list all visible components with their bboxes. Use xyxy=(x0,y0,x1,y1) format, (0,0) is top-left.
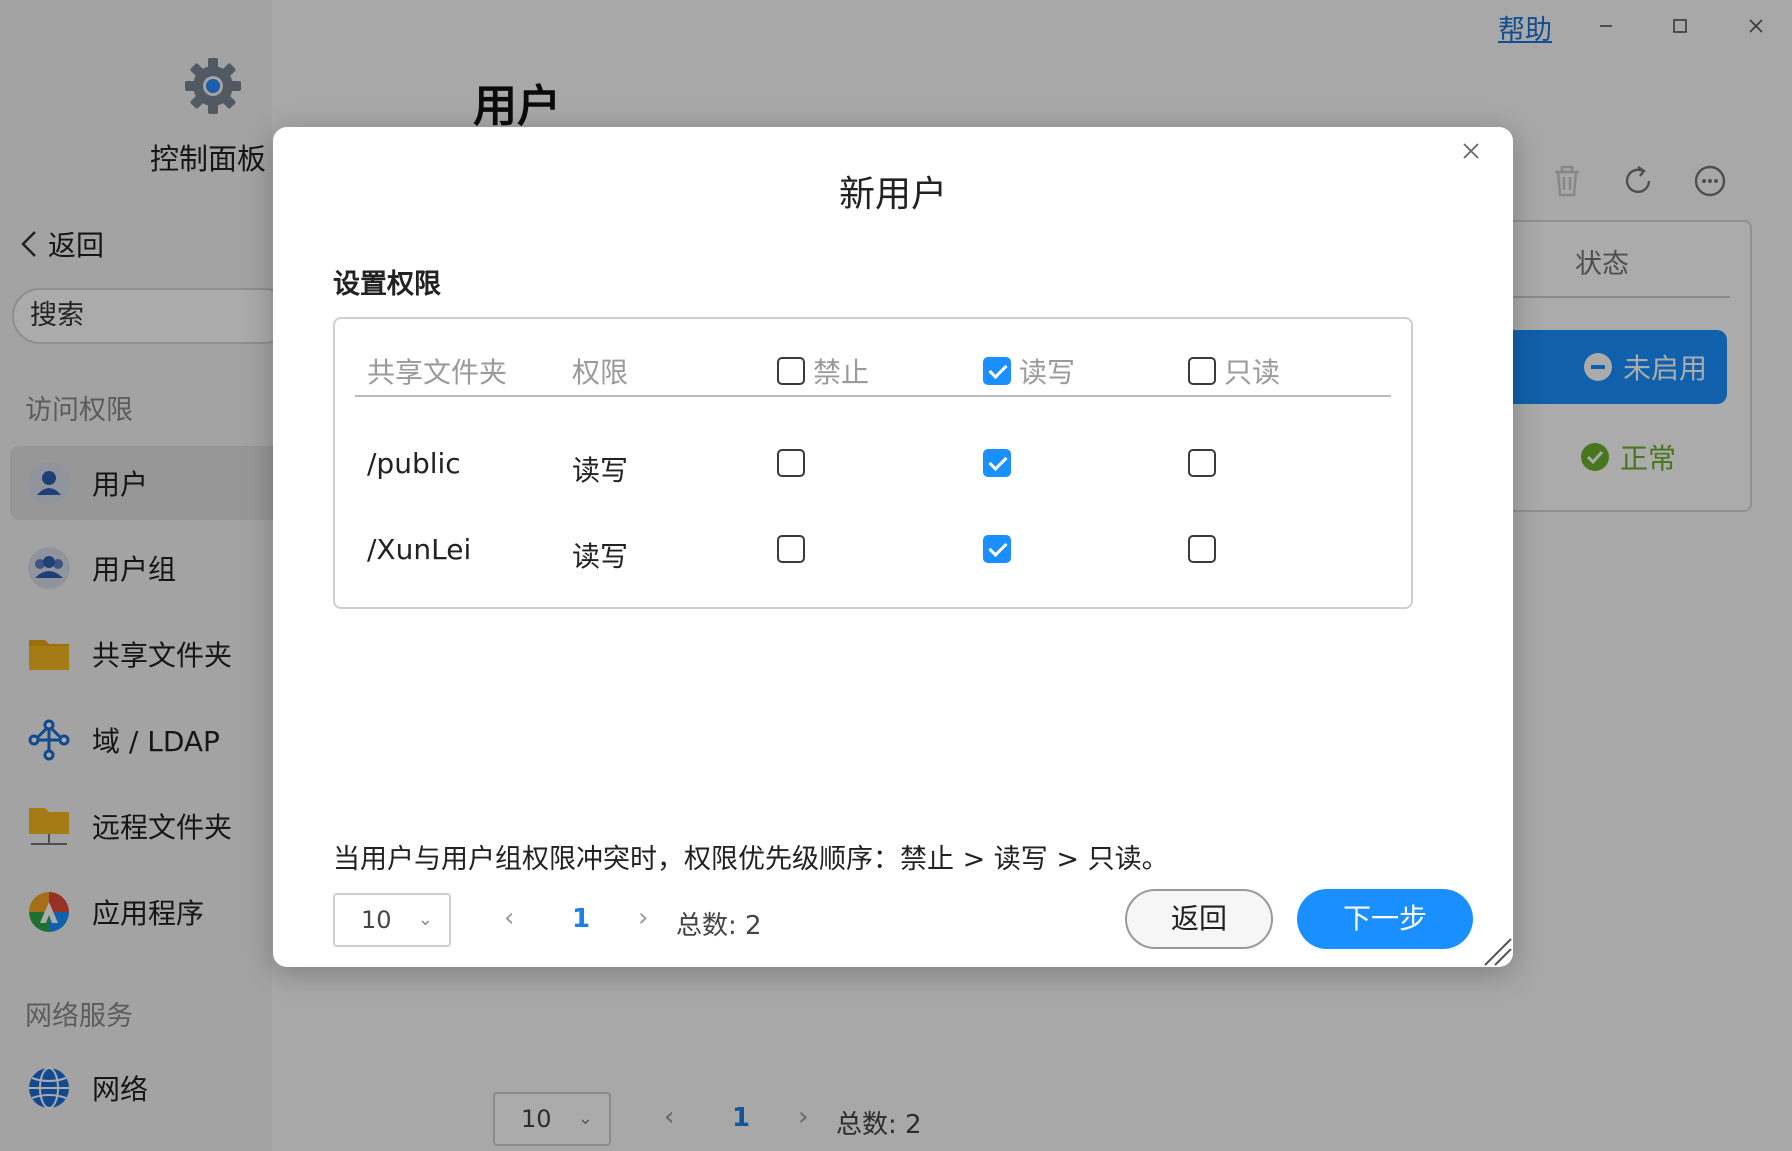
header-deny-label: 禁止 xyxy=(813,356,870,389)
resize-grip-icon[interactable] xyxy=(1481,935,1513,967)
header-read-only: 只读 xyxy=(1188,351,1280,391)
header-deny-checkbox[interactable] xyxy=(777,357,805,385)
next-button[interactable]: 下一步 xyxy=(1297,889,1473,949)
back-button[interactable]: 返回 xyxy=(1125,889,1273,949)
row-read-only-checkbox[interactable] xyxy=(1188,449,1216,477)
row-deny-checkbox[interactable] xyxy=(777,535,805,563)
dialog-title: 新用户 xyxy=(838,174,947,215)
header-read-only-label: 只读 xyxy=(1224,356,1281,389)
header-folder: 共享文件夹 xyxy=(367,356,508,389)
row-read-write-checkbox[interactable] xyxy=(983,449,1011,477)
close-icon xyxy=(1463,143,1479,159)
row-folder: /XunLei xyxy=(367,533,472,566)
header-read-only-checkbox[interactable] xyxy=(1188,357,1216,385)
current-page[interactable]: 1 xyxy=(572,904,590,934)
table-header-divider xyxy=(355,395,1391,397)
priority-note: 当用户与用户组权限冲突时，权限优先级顺序：禁止 > 读写 > 只读。 xyxy=(333,844,1169,875)
prev-page-button[interactable]: ‹ xyxy=(504,903,514,933)
row-folder: /public xyxy=(367,447,461,480)
row-deny-checkbox[interactable] xyxy=(777,449,805,477)
chevron-down-icon: ⌄ xyxy=(417,909,433,930)
row-read-only-checkbox[interactable] xyxy=(1188,535,1216,563)
row-read-write-checkbox[interactable] xyxy=(983,535,1011,563)
row-permission: 读写 xyxy=(572,454,629,487)
header-read-write: 读写 xyxy=(983,351,1075,391)
header-deny: 禁止 xyxy=(777,351,869,391)
permission-table: 共享文件夹 权限 禁止 读写 只读 /public 读写 /XunLei 读写 xyxy=(333,317,1413,609)
total-count: 总数: 2 xyxy=(676,911,762,941)
new-user-dialog: 新用户 设置权限 共享文件夹 权限 禁止 读写 只读 /public 读写 /X… xyxy=(273,127,1513,967)
row-permission: 读写 xyxy=(572,540,629,573)
header-read-write-checkbox[interactable] xyxy=(983,357,1011,385)
next-page-button[interactable]: › xyxy=(638,903,648,933)
page-size-select[interactable]: 10 ⌄ xyxy=(333,893,451,947)
section-title: 设置权限 xyxy=(333,269,441,300)
page-size-value: 10 xyxy=(361,906,392,934)
dialog-close-button[interactable] xyxy=(1457,137,1485,165)
header-read-write-label: 读写 xyxy=(1019,356,1076,389)
header-permission: 权限 xyxy=(572,356,629,389)
